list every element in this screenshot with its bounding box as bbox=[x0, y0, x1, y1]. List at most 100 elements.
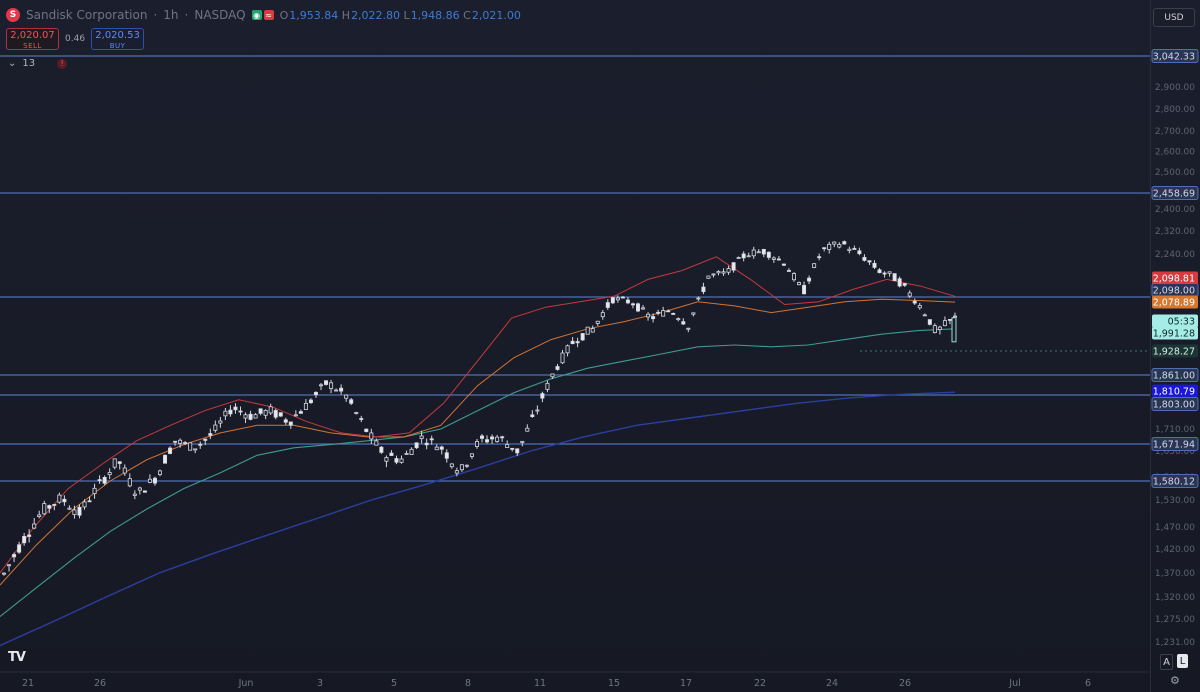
candle[interactable] bbox=[882, 271, 887, 278]
candle[interactable] bbox=[198, 441, 203, 449]
candle[interactable] bbox=[917, 302, 922, 310]
candle[interactable] bbox=[605, 299, 610, 310]
candle[interactable] bbox=[62, 495, 67, 506]
candle[interactable] bbox=[132, 490, 137, 500]
candle[interactable] bbox=[776, 256, 781, 261]
candle[interactable] bbox=[27, 529, 32, 543]
auto-scale-button[interactable]: A bbox=[1160, 654, 1173, 670]
price-tag[interactable]: 1,810.79 bbox=[1152, 384, 1198, 398]
price-tag[interactable]: 2,458.69 bbox=[1151, 186, 1199, 200]
price-tag[interactable]: 2,078.89 bbox=[1152, 295, 1198, 309]
candle[interactable] bbox=[867, 260, 872, 266]
candle[interactable] bbox=[540, 391, 545, 403]
candle[interactable] bbox=[424, 438, 429, 450]
candle[interactable] bbox=[852, 245, 857, 250]
candle[interactable] bbox=[585, 326, 590, 335]
candle[interactable] bbox=[756, 249, 761, 254]
candle[interactable] bbox=[369, 428, 374, 445]
price-tag[interactable]: 1,580.12 bbox=[1151, 474, 1199, 488]
candle[interactable] bbox=[339, 384, 344, 395]
price-tag[interactable]: 1,671.94 bbox=[1151, 437, 1199, 451]
candle[interactable] bbox=[303, 399, 308, 410]
candle[interactable] bbox=[308, 398, 313, 404]
candle[interactable] bbox=[610, 297, 615, 305]
settings-gear-icon[interactable]: ⚙ bbox=[1170, 674, 1180, 687]
candle[interactable] bbox=[278, 412, 283, 417]
candle[interactable] bbox=[218, 416, 223, 428]
candle[interactable] bbox=[67, 505, 72, 510]
candle[interactable] bbox=[474, 438, 479, 449]
candle[interactable] bbox=[334, 388, 339, 392]
candle[interactable] bbox=[676, 317, 681, 322]
candle[interactable] bbox=[877, 268, 882, 274]
candle[interactable] bbox=[168, 446, 173, 455]
candle[interactable] bbox=[942, 316, 947, 327]
candle[interactable] bbox=[42, 500, 47, 516]
candle[interactable] bbox=[922, 313, 927, 317]
candle[interactable] bbox=[807, 275, 812, 285]
candle[interactable] bbox=[157, 469, 162, 477]
candle[interactable] bbox=[636, 302, 641, 313]
candle[interactable] bbox=[117, 461, 122, 470]
candle[interactable] bbox=[57, 492, 62, 504]
price-tag[interactable]: 05:33 bbox=[1152, 314, 1198, 328]
candle[interactable] bbox=[17, 541, 22, 554]
candle[interactable] bbox=[414, 442, 419, 450]
candle[interactable] bbox=[927, 319, 932, 326]
candle[interactable] bbox=[706, 275, 711, 279]
candle[interactable] bbox=[701, 282, 706, 295]
candle[interactable] bbox=[449, 463, 454, 469]
candle[interactable] bbox=[490, 434, 495, 444]
candle[interactable] bbox=[827, 241, 832, 254]
candle[interactable] bbox=[52, 503, 57, 511]
candle[interactable] bbox=[485, 435, 490, 444]
price-tag[interactable]: 1,803.00 bbox=[1151, 397, 1199, 411]
candle[interactable] bbox=[791, 272, 796, 282]
candle[interactable] bbox=[268, 403, 273, 415]
candle[interactable] bbox=[238, 406, 243, 416]
candle[interactable] bbox=[837, 242, 842, 249]
price-tag[interactable]: 3,042.33 bbox=[1151, 49, 1199, 63]
price-tag[interactable]: 2,098.81 bbox=[1152, 271, 1198, 285]
price-tag[interactable]: 1,928.27 bbox=[1152, 344, 1198, 358]
market-open-icon[interactable]: ◉ bbox=[251, 10, 262, 20]
candle[interactable] bbox=[429, 435, 434, 445]
candle[interactable] bbox=[193, 448, 198, 454]
candle[interactable] bbox=[641, 304, 646, 310]
candle[interactable] bbox=[580, 333, 585, 341]
candle[interactable] bbox=[932, 323, 937, 334]
candle[interactable] bbox=[751, 246, 756, 259]
candle[interactable] bbox=[786, 268, 791, 272]
candle[interactable] bbox=[671, 312, 676, 315]
candle[interactable] bbox=[379, 446, 384, 454]
candle[interactable] bbox=[409, 447, 414, 455]
candle[interactable] bbox=[525, 424, 530, 432]
buy-button[interactable]: 2,020.53 BUY bbox=[91, 28, 145, 50]
candle[interactable] bbox=[404, 450, 409, 455]
candle[interactable] bbox=[505, 440, 510, 448]
candle[interactable] bbox=[464, 464, 469, 468]
candle[interactable] bbox=[329, 379, 334, 394]
candle[interactable] bbox=[630, 302, 635, 309]
candle[interactable] bbox=[560, 349, 565, 364]
candle[interactable] bbox=[731, 262, 736, 273]
candle[interactable] bbox=[469, 453, 474, 459]
candle[interactable] bbox=[107, 468, 112, 480]
candle[interactable] bbox=[434, 444, 439, 451]
candle[interactable] bbox=[872, 260, 877, 270]
candle[interactable] bbox=[600, 309, 605, 320]
currency-selector[interactable]: USD bbox=[1153, 8, 1195, 27]
candle[interactable] bbox=[842, 240, 847, 245]
indicators-toggle[interactable]: ⌄ 13 ! bbox=[8, 58, 68, 69]
candle[interactable] bbox=[389, 450, 394, 456]
candle[interactable] bbox=[741, 251, 746, 262]
candle[interactable] bbox=[887, 271, 892, 277]
candle[interactable] bbox=[122, 464, 127, 476]
candle[interactable] bbox=[495, 434, 500, 443]
price-chart[interactable]: 2,900.00 2,800.00 2,700.00 2,600.00 2,500.00… bbox=[0, 0, 1200, 692]
live-candle[interactable] bbox=[951, 317, 957, 343]
candle[interactable] bbox=[354, 411, 359, 415]
candle[interactable] bbox=[223, 408, 228, 421]
candle[interactable] bbox=[646, 312, 651, 321]
candle[interactable] bbox=[97, 475, 102, 484]
